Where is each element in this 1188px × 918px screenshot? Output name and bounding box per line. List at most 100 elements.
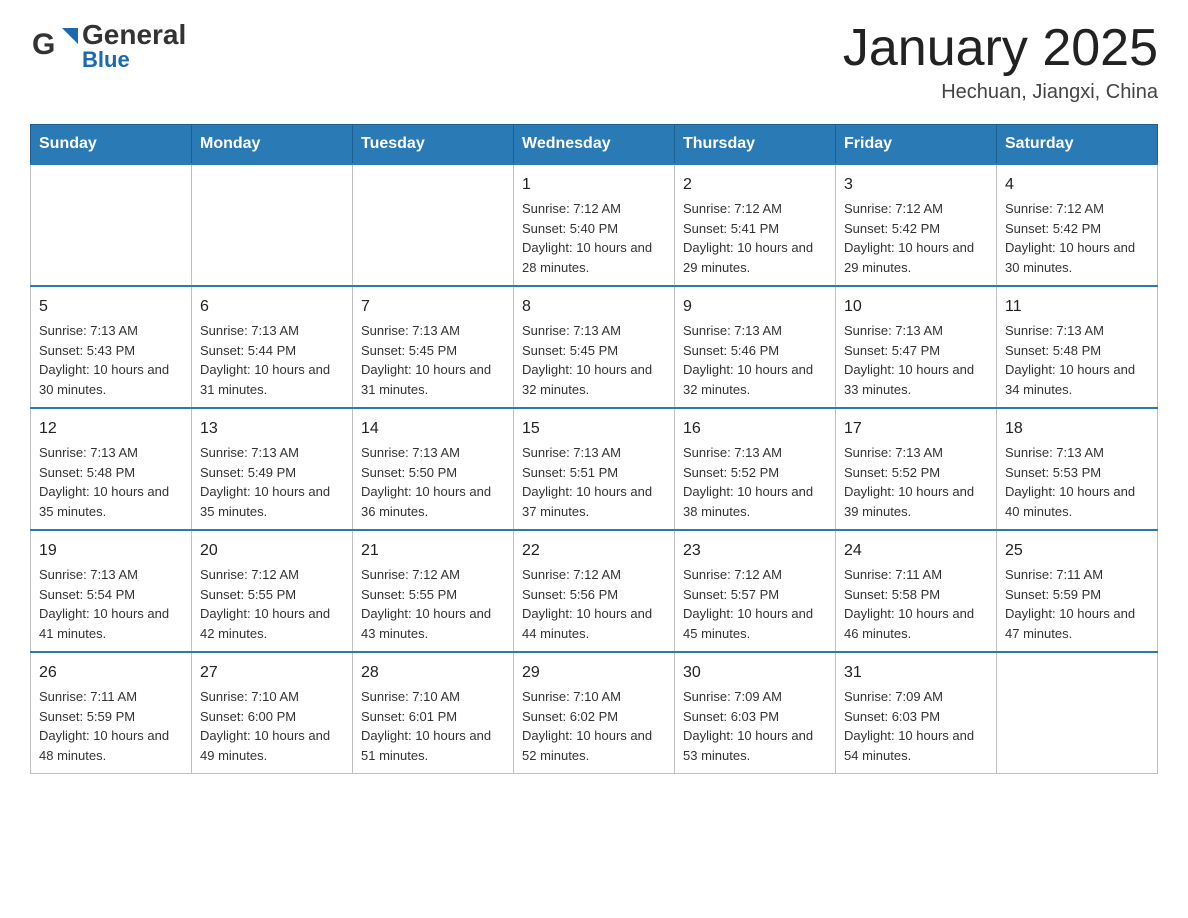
calendar-body: 1Sunrise: 7:12 AMSunset: 5:40 PMDaylight… — [31, 164, 1158, 774]
calendar-cell: 26Sunrise: 7:11 AMSunset: 5:59 PMDayligh… — [31, 652, 192, 774]
daylight-text: Daylight: 10 hours and 54 minutes. — [844, 726, 988, 765]
calendar-cell: 19Sunrise: 7:13 AMSunset: 5:54 PMDayligh… — [31, 530, 192, 652]
calendar-cell: 9Sunrise: 7:13 AMSunset: 5:46 PMDaylight… — [675, 286, 836, 408]
calendar-table: SundayMondayTuesdayWednesdayThursdayFrid… — [30, 124, 1158, 774]
daylight-text: Daylight: 10 hours and 52 minutes. — [522, 726, 666, 765]
day-number: 25 — [1005, 539, 1149, 563]
calendar-cell: 13Sunrise: 7:13 AMSunset: 5:49 PMDayligh… — [192, 408, 353, 530]
sunrise-text: Sunrise: 7:10 AM — [200, 687, 344, 707]
day-number: 12 — [39, 417, 183, 441]
calendar-cell: 18Sunrise: 7:13 AMSunset: 5:53 PMDayligh… — [997, 408, 1158, 530]
daylight-text: Daylight: 10 hours and 31 minutes. — [200, 360, 344, 399]
calendar-cell: 27Sunrise: 7:10 AMSunset: 6:00 PMDayligh… — [192, 652, 353, 774]
calendar-cell: 8Sunrise: 7:13 AMSunset: 5:45 PMDaylight… — [514, 286, 675, 408]
daylight-text: Daylight: 10 hours and 34 minutes. — [1005, 360, 1149, 399]
daylight-text: Daylight: 10 hours and 30 minutes. — [1005, 238, 1149, 277]
daylight-text: Daylight: 10 hours and 48 minutes. — [39, 726, 183, 765]
sunset-text: Sunset: 5:44 PM — [200, 341, 344, 361]
sunset-text: Sunset: 5:53 PM — [1005, 463, 1149, 483]
day-number: 26 — [39, 661, 183, 685]
daylight-text: Daylight: 10 hours and 32 minutes. — [683, 360, 827, 399]
month-title: January 2025 — [843, 20, 1158, 77]
sunset-text: Sunset: 6:02 PM — [522, 707, 666, 727]
svg-text:G: G — [32, 28, 55, 61]
day-number: 28 — [361, 661, 505, 685]
sunset-text: Sunset: 5:49 PM — [200, 463, 344, 483]
day-number: 14 — [361, 417, 505, 441]
calendar-cell — [353, 164, 514, 286]
calendar-cell: 29Sunrise: 7:10 AMSunset: 6:02 PMDayligh… — [514, 652, 675, 774]
calendar-cell: 30Sunrise: 7:09 AMSunset: 6:03 PMDayligh… — [675, 652, 836, 774]
week-row-5: 26Sunrise: 7:11 AMSunset: 5:59 PMDayligh… — [31, 652, 1158, 774]
day-number: 9 — [683, 295, 827, 319]
week-row-1: 1Sunrise: 7:12 AMSunset: 5:40 PMDaylight… — [31, 164, 1158, 286]
logo-general: General — [82, 21, 186, 49]
sunset-text: Sunset: 6:03 PM — [683, 707, 827, 727]
calendar-cell: 3Sunrise: 7:12 AMSunset: 5:42 PMDaylight… — [836, 164, 997, 286]
sunrise-text: Sunrise: 7:12 AM — [361, 565, 505, 585]
header-sunday: Sunday — [31, 125, 192, 165]
daylight-text: Daylight: 10 hours and 41 minutes. — [39, 604, 183, 643]
day-number: 4 — [1005, 173, 1149, 197]
calendar-cell: 12Sunrise: 7:13 AMSunset: 5:48 PMDayligh… — [31, 408, 192, 530]
calendar-cell: 16Sunrise: 7:13 AMSunset: 5:52 PMDayligh… — [675, 408, 836, 530]
sunset-text: Sunset: 5:59 PM — [1005, 585, 1149, 605]
week-row-2: 5Sunrise: 7:13 AMSunset: 5:43 PMDaylight… — [31, 286, 1158, 408]
day-number: 30 — [683, 661, 827, 685]
sunrise-text: Sunrise: 7:13 AM — [683, 443, 827, 463]
day-number: 10 — [844, 295, 988, 319]
day-number: 21 — [361, 539, 505, 563]
sunrise-text: Sunrise: 7:13 AM — [39, 443, 183, 463]
daylight-text: Daylight: 10 hours and 46 minutes. — [844, 604, 988, 643]
sunset-text: Sunset: 5:54 PM — [39, 585, 183, 605]
sunset-text: Sunset: 5:52 PM — [844, 463, 988, 483]
sunset-text: Sunset: 6:00 PM — [200, 707, 344, 727]
daylight-text: Daylight: 10 hours and 29 minutes. — [844, 238, 988, 277]
sunrise-text: Sunrise: 7:13 AM — [39, 321, 183, 341]
calendar-cell: 31Sunrise: 7:09 AMSunset: 6:03 PMDayligh… — [836, 652, 997, 774]
sunrise-text: Sunrise: 7:13 AM — [39, 565, 183, 585]
sunset-text: Sunset: 5:48 PM — [1005, 341, 1149, 361]
location: Hechuan, Jiangxi, China — [843, 81, 1158, 104]
header-thursday: Thursday — [675, 125, 836, 165]
day-number: 13 — [200, 417, 344, 441]
sunrise-text: Sunrise: 7:12 AM — [683, 565, 827, 585]
calendar-cell: 14Sunrise: 7:13 AMSunset: 5:50 PMDayligh… — [353, 408, 514, 530]
sunrise-text: Sunrise: 7:09 AM — [844, 687, 988, 707]
daylight-text: Daylight: 10 hours and 28 minutes. — [522, 238, 666, 277]
day-number: 29 — [522, 661, 666, 685]
sunset-text: Sunset: 5:55 PM — [361, 585, 505, 605]
day-number: 17 — [844, 417, 988, 441]
sunrise-text: Sunrise: 7:13 AM — [844, 443, 988, 463]
calendar-cell: 20Sunrise: 7:12 AMSunset: 5:55 PMDayligh… — [192, 530, 353, 652]
sunrise-text: Sunrise: 7:11 AM — [844, 565, 988, 585]
sunset-text: Sunset: 5:47 PM — [844, 341, 988, 361]
day-number: 1 — [522, 173, 666, 197]
day-number: 15 — [522, 417, 666, 441]
daylight-text: Daylight: 10 hours and 35 minutes. — [39, 482, 183, 521]
daylight-text: Daylight: 10 hours and 42 minutes. — [200, 604, 344, 643]
day-number: 19 — [39, 539, 183, 563]
day-number: 18 — [1005, 417, 1149, 441]
sunset-text: Sunset: 5:45 PM — [361, 341, 505, 361]
sunset-text: Sunset: 5:56 PM — [522, 585, 666, 605]
day-number: 16 — [683, 417, 827, 441]
sunrise-text: Sunrise: 7:12 AM — [1005, 199, 1149, 219]
calendar-cell: 10Sunrise: 7:13 AMSunset: 5:47 PMDayligh… — [836, 286, 997, 408]
day-number: 5 — [39, 295, 183, 319]
calendar-cell: 5Sunrise: 7:13 AMSunset: 5:43 PMDaylight… — [31, 286, 192, 408]
sunrise-text: Sunrise: 7:13 AM — [361, 321, 505, 341]
sunrise-text: Sunrise: 7:12 AM — [200, 565, 344, 585]
daylight-text: Daylight: 10 hours and 36 minutes. — [361, 482, 505, 521]
calendar-cell — [997, 652, 1158, 774]
sunrise-text: Sunrise: 7:13 AM — [1005, 321, 1149, 341]
daylight-text: Daylight: 10 hours and 39 minutes. — [844, 482, 988, 521]
sunset-text: Sunset: 5:42 PM — [1005, 219, 1149, 239]
calendar-cell: 17Sunrise: 7:13 AMSunset: 5:52 PMDayligh… — [836, 408, 997, 530]
sunset-text: Sunset: 5:52 PM — [683, 463, 827, 483]
day-number: 8 — [522, 295, 666, 319]
sunset-text: Sunset: 5:46 PM — [683, 341, 827, 361]
sunrise-text: Sunrise: 7:13 AM — [522, 321, 666, 341]
daylight-text: Daylight: 10 hours and 32 minutes. — [522, 360, 666, 399]
sunrise-text: Sunrise: 7:13 AM — [683, 321, 827, 341]
